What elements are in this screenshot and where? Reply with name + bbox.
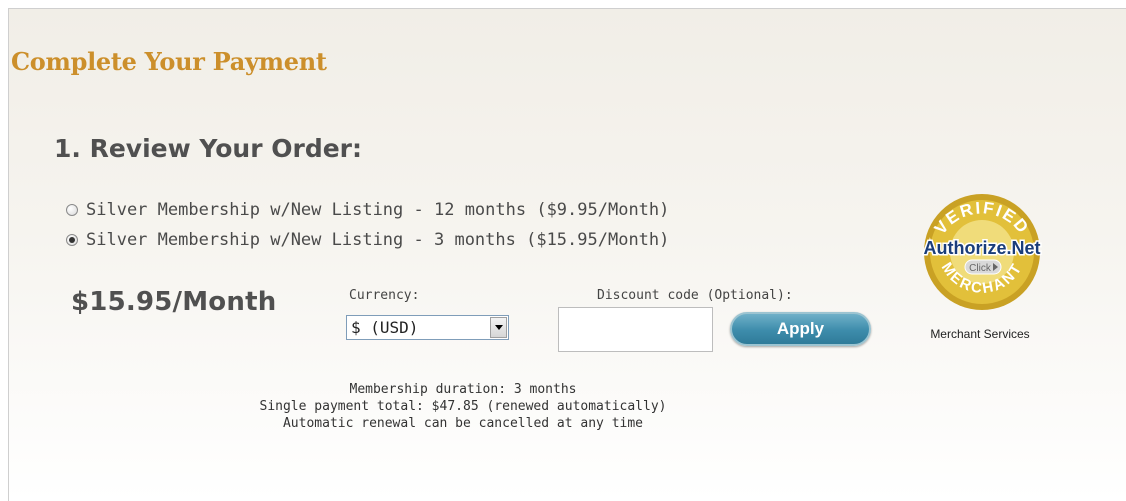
currency-selected-value: $ (USD) bbox=[351, 318, 419, 337]
plan-option-12-months[interactable]: Silver Membership w/New Listing - 12 mon… bbox=[66, 199, 669, 221]
renewal-note-text: Automatic renewal can be cancelled at an… bbox=[282, 416, 644, 431]
plan-radio-3-months[interactable] bbox=[66, 234, 78, 246]
discount-code-label: Discount code (Optional): bbox=[597, 288, 793, 303]
order-summary: Membership duration: 3 months Single pay… bbox=[173, 381, 753, 432]
review-order-heading: 1. Review Your Order: bbox=[54, 134, 362, 163]
verified-merchant-seal-icon: VERIFIED MERCHANT Authorize.Net Click bbox=[922, 194, 1042, 310]
merchant-services-caption: Merchant Services bbox=[930, 327, 1030, 341]
seal-click-text: Click bbox=[969, 263, 992, 274]
plan-option-3-months[interactable]: Silver Membership w/New Listing - 3 mont… bbox=[66, 229, 669, 251]
plan-option-label: Silver Membership w/New Listing - 3 mont… bbox=[86, 230, 670, 250]
discount-code-input[interactable] bbox=[558, 307, 713, 352]
price-display: $15.95/Month bbox=[71, 287, 277, 317]
membership-duration-text: Membership duration: 3 months bbox=[349, 382, 577, 397]
payment-total-text: Single payment total: $47.85 (renewed au… bbox=[259, 399, 667, 414]
seal-brand-text: Authorize.Net bbox=[924, 238, 1041, 258]
currency-select[interactable]: $ (USD) bbox=[346, 315, 509, 340]
apply-button[interactable]: Apply bbox=[730, 312, 871, 346]
currency-label: Currency: bbox=[349, 288, 420, 303]
plan-option-label: Silver Membership w/New Listing - 12 mon… bbox=[86, 200, 670, 220]
page-title: Complete Your Payment bbox=[11, 47, 327, 76]
plan-radio-12-months[interactable] bbox=[66, 204, 78, 216]
authorize-net-seal[interactable]: VERIFIED MERCHANT Authorize.Net Click bbox=[907, 172, 1057, 322]
chevron-down-icon[interactable] bbox=[490, 317, 507, 338]
